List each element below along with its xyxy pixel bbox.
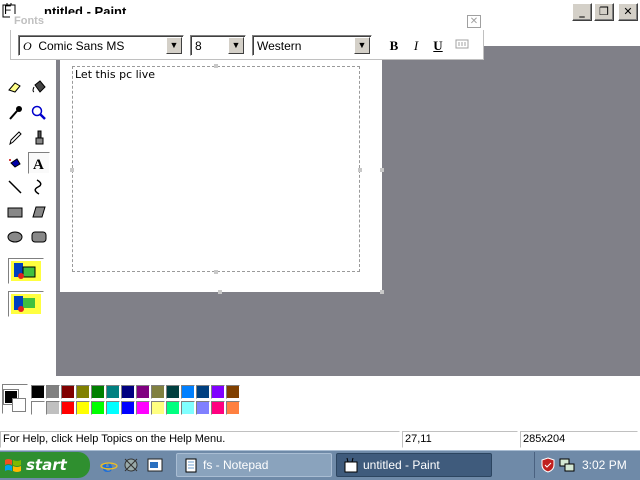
palette-swatch[interactable] (31, 401, 45, 415)
canvas-resize-handle[interactable] (380, 168, 384, 172)
palette-swatch[interactable] (211, 385, 225, 399)
fill-tool-icon[interactable] (28, 76, 50, 98)
palette-swatch[interactable] (46, 401, 60, 415)
palette-swatch[interactable] (76, 385, 90, 399)
font-name-value: O Comic Sans MS (23, 39, 124, 54)
font-script-select[interactable]: Western ▼ (252, 35, 372, 56)
line-tool-icon[interactable] (4, 176, 26, 198)
palette-swatch[interactable] (61, 401, 75, 415)
maximize-button[interactable]: ❐ (594, 3, 614, 21)
vertical-text-button[interactable] (452, 37, 472, 55)
resize-handle[interactable] (70, 168, 74, 172)
taskbar-item-paint[interactable]: untitled - Paint (336, 453, 492, 477)
palette-swatch[interactable] (31, 385, 45, 399)
security-shield-icon[interactable] (540, 457, 556, 473)
taskbar-item-label: fs - Notepad (203, 458, 269, 472)
palette-swatch[interactable] (106, 401, 120, 415)
ellipse-tool-icon[interactable] (4, 226, 26, 248)
palette-swatch[interactable] (211, 401, 225, 415)
network-app-icon[interactable] (122, 456, 140, 474)
palette-swatch[interactable] (151, 401, 165, 415)
fonts-toolbar-title: Fonts (14, 15, 44, 27)
rectangle-tool-icon[interactable] (4, 201, 26, 223)
italic-button[interactable]: I (406, 37, 426, 55)
resize-handle[interactable] (214, 64, 218, 68)
eraser-tool-icon[interactable] (4, 76, 26, 98)
palette-swatch[interactable] (226, 401, 240, 415)
fonts-toolbar-close-button[interactable]: ✕ (467, 15, 481, 28)
font-name-label: Comic Sans MS (38, 39, 125, 53)
text-tool-icon[interactable]: A (28, 152, 50, 174)
palette-swatch[interactable] (106, 385, 120, 399)
chevron-down-icon[interactable]: ▼ (354, 37, 370, 54)
brush-tool-icon[interactable] (28, 127, 50, 149)
palette-swatch[interactable] (196, 385, 210, 399)
font-name-select[interactable]: O Comic Sans MS ▼ (18, 35, 184, 56)
palette-swatch[interactable] (181, 401, 195, 415)
palette-swatch[interactable] (196, 401, 210, 415)
magnifier-tool-icon[interactable] (28, 102, 50, 124)
palette-swatch[interactable] (91, 401, 105, 415)
clock[interactable]: 3:02 PM (582, 458, 627, 472)
status-help-text: For Help, click Help Topics on the Help … (0, 431, 400, 448)
palette-swatch[interactable] (136, 401, 150, 415)
chevron-down-icon[interactable]: ▼ (228, 37, 244, 54)
palette-swatch[interactable] (181, 385, 195, 399)
underline-button[interactable]: U (428, 37, 448, 55)
palette-swatch[interactable] (121, 401, 135, 415)
palette-swatch[interactable] (76, 401, 90, 415)
canvas-text[interactable]: Let this pc live (75, 68, 155, 81)
rounded-rectangle-tool-icon[interactable] (28, 226, 50, 248)
palette-swatch[interactable] (136, 385, 150, 399)
airbrush-tool-icon[interactable] (4, 152, 26, 174)
opaque-background-option[interactable] (8, 258, 44, 284)
close-button[interactable]: ✕ (618, 3, 638, 21)
paint-icon (344, 457, 358, 473)
font-size-value: 8 (195, 39, 202, 53)
bold-button[interactable]: B (384, 37, 404, 55)
taskbar-item-label: untitled - Paint (363, 458, 440, 472)
transparent-background-option[interactable] (8, 291, 44, 317)
minimize-button[interactable]: _ (572, 3, 592, 21)
color-picker-tool-icon[interactable] (4, 102, 26, 124)
canvas-resize-handle[interactable] (380, 290, 384, 294)
palette-swatch[interactable] (121, 385, 135, 399)
vertical-text-icon (455, 39, 469, 49)
resize-handle[interactable] (358, 168, 362, 172)
pencil-tool-icon[interactable] (4, 127, 26, 149)
palette-swatch[interactable] (166, 401, 180, 415)
fonts-toolbar-titlebar[interactable] (10, 14, 484, 30)
font-script-value: Western (257, 39, 302, 53)
resize-handle[interactable] (214, 270, 218, 274)
font-size-select[interactable]: 8 ▼ (190, 35, 246, 56)
svg-text:A: A (33, 157, 44, 171)
internet-explorer-icon[interactable]: e (100, 456, 118, 474)
palette-swatch[interactable] (226, 385, 240, 399)
palette-swatch[interactable] (61, 385, 75, 399)
canvas-resize-handle[interactable] (218, 290, 222, 294)
opentype-font-icon: O (23, 39, 32, 53)
show-desktop-icon[interactable] (146, 456, 164, 474)
palette-swatch[interactable] (46, 385, 60, 399)
taskbar-item-notepad[interactable]: fs - Notepad (176, 453, 332, 477)
palette-swatch[interactable] (151, 385, 165, 399)
status-coordinates: 27,11 (402, 431, 518, 448)
polygon-tool-icon[interactable] (28, 201, 50, 223)
start-label: start (26, 456, 67, 474)
start-button[interactable]: start (0, 452, 90, 478)
status-selection-size: 285x204 (520, 431, 638, 448)
text-box-frame[interactable] (72, 66, 360, 272)
background-color[interactable] (12, 398, 26, 412)
network-tray-icon[interactable] (558, 457, 576, 473)
windows-flag-icon (5, 459, 21, 472)
curve-tool-icon[interactable] (28, 176, 50, 198)
svg-text:e: e (102, 457, 113, 474)
palette-swatch[interactable] (91, 385, 105, 399)
chevron-down-icon[interactable]: ▼ (166, 37, 182, 54)
palette-swatch[interactable] (166, 385, 180, 399)
notepad-icon (185, 458, 197, 473)
